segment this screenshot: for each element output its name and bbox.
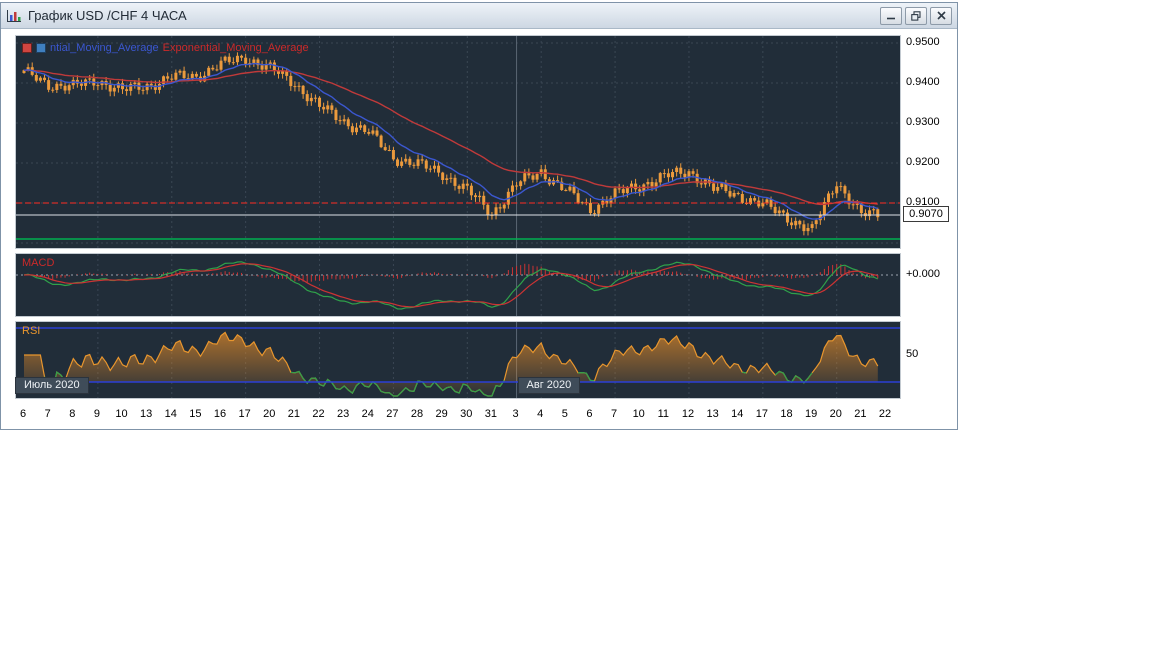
current-price-tag: 0.9070 xyxy=(903,206,949,222)
time-tick: 12 xyxy=(681,408,695,420)
price-axis-label: 0.9300 xyxy=(906,116,940,128)
time-tick: 20 xyxy=(829,408,842,420)
time-tick: 22 xyxy=(878,408,892,420)
ema-blue-label: ntial_Moving_Average xyxy=(50,42,159,54)
close-icon xyxy=(936,11,946,20)
minimize-icon xyxy=(886,11,896,20)
restore-button[interactable] xyxy=(905,6,927,25)
month-badge: Июль 2020 xyxy=(15,377,89,394)
chart-icon xyxy=(6,9,22,23)
time-axis[interactable]: 6 7 8 9 10 13 14 15 16 17 20 21 22 23 24 27 28 29 30 31 3 4 5 6… xyxy=(1,401,957,427)
price-axis-label: 0.9500 xyxy=(906,36,940,48)
price-chart-canvas xyxy=(16,36,900,248)
time-tick: 30 xyxy=(460,408,473,420)
minimize-button[interactable] xyxy=(880,6,902,25)
time-tick: 18 xyxy=(780,408,793,420)
window-title: График USD /CHF 4 ЧАСА xyxy=(28,8,187,23)
time-tick: 20 xyxy=(263,408,276,420)
macd-zero-label: +0.000 xyxy=(906,268,940,280)
time-tick: 13 xyxy=(140,408,153,420)
time-tick: 28 xyxy=(410,408,424,420)
close-button[interactable] xyxy=(930,6,952,25)
rsi-label: RSI xyxy=(22,325,41,337)
time-tick: 22 xyxy=(312,408,325,420)
time-tick: 5 xyxy=(561,408,568,420)
time-tick: 31 xyxy=(484,408,498,420)
ema-red-label: Exponential_Moving_Average xyxy=(162,42,309,54)
time-tick: 19 xyxy=(804,408,818,420)
time-tick: 13 xyxy=(706,408,719,420)
time-tick: 4 xyxy=(537,408,544,420)
time-tick: 10 xyxy=(632,408,645,420)
rsi-panel[interactable]: RSI xyxy=(15,321,901,399)
price-panel[interactable]: ntial_Moving_Average Exponential_Moving_… xyxy=(15,35,901,249)
titlebar[interactable]: График USD /CHF 4 ЧАСА xyxy=(1,3,957,29)
time-tick: 17 xyxy=(755,408,768,420)
time-tick: 6 xyxy=(19,408,27,420)
macd-panel[interactable]: MACD xyxy=(15,253,901,317)
time-tick: 14 xyxy=(731,408,744,420)
time-tick: 21 xyxy=(287,408,301,420)
indicator-blue-swatch[interactable] xyxy=(36,43,46,53)
time-tick: 27 xyxy=(386,408,399,420)
price-axis-label: 0.9400 xyxy=(906,76,940,88)
restore-icon xyxy=(911,10,921,21)
time-tick: 7 xyxy=(611,408,618,420)
rsi-mid-label: 50 xyxy=(906,348,919,360)
time-tick: 29 xyxy=(435,408,448,420)
time-tick: 17 xyxy=(238,408,251,420)
time-tick: 7 xyxy=(44,408,51,420)
month-badge: Авг 2020 xyxy=(517,377,581,394)
rsi-canvas xyxy=(16,322,900,398)
time-tick: 8 xyxy=(69,408,76,420)
time-tick: 14 xyxy=(164,408,177,420)
chart-window: График USD /CHF 4 ЧАСА ntial_Moving_Aver… xyxy=(0,2,958,430)
time-tick: 11 xyxy=(657,408,670,420)
time-tick: 3 xyxy=(512,408,519,420)
indicator-legend: ntial_Moving_Average Exponential_Moving_… xyxy=(22,42,309,54)
time-tick: 15 xyxy=(189,408,202,420)
price-axis-label: 0.9200 xyxy=(906,156,940,168)
time-tick: 23 xyxy=(337,408,350,420)
time-tick: 16 xyxy=(213,408,227,420)
macd-canvas xyxy=(16,254,900,316)
macd-label: MACD xyxy=(22,257,55,269)
indicator-red-swatch[interactable] xyxy=(22,43,32,53)
time-tick: 9 xyxy=(93,408,100,420)
chart-content: ntial_Moving_Average Exponential_Moving_… xyxy=(1,29,957,429)
time-tick: 6 xyxy=(586,408,593,420)
time-tick: 10 xyxy=(115,408,128,420)
time-tick: 21 xyxy=(854,408,867,420)
time-tick: 24 xyxy=(361,408,374,420)
